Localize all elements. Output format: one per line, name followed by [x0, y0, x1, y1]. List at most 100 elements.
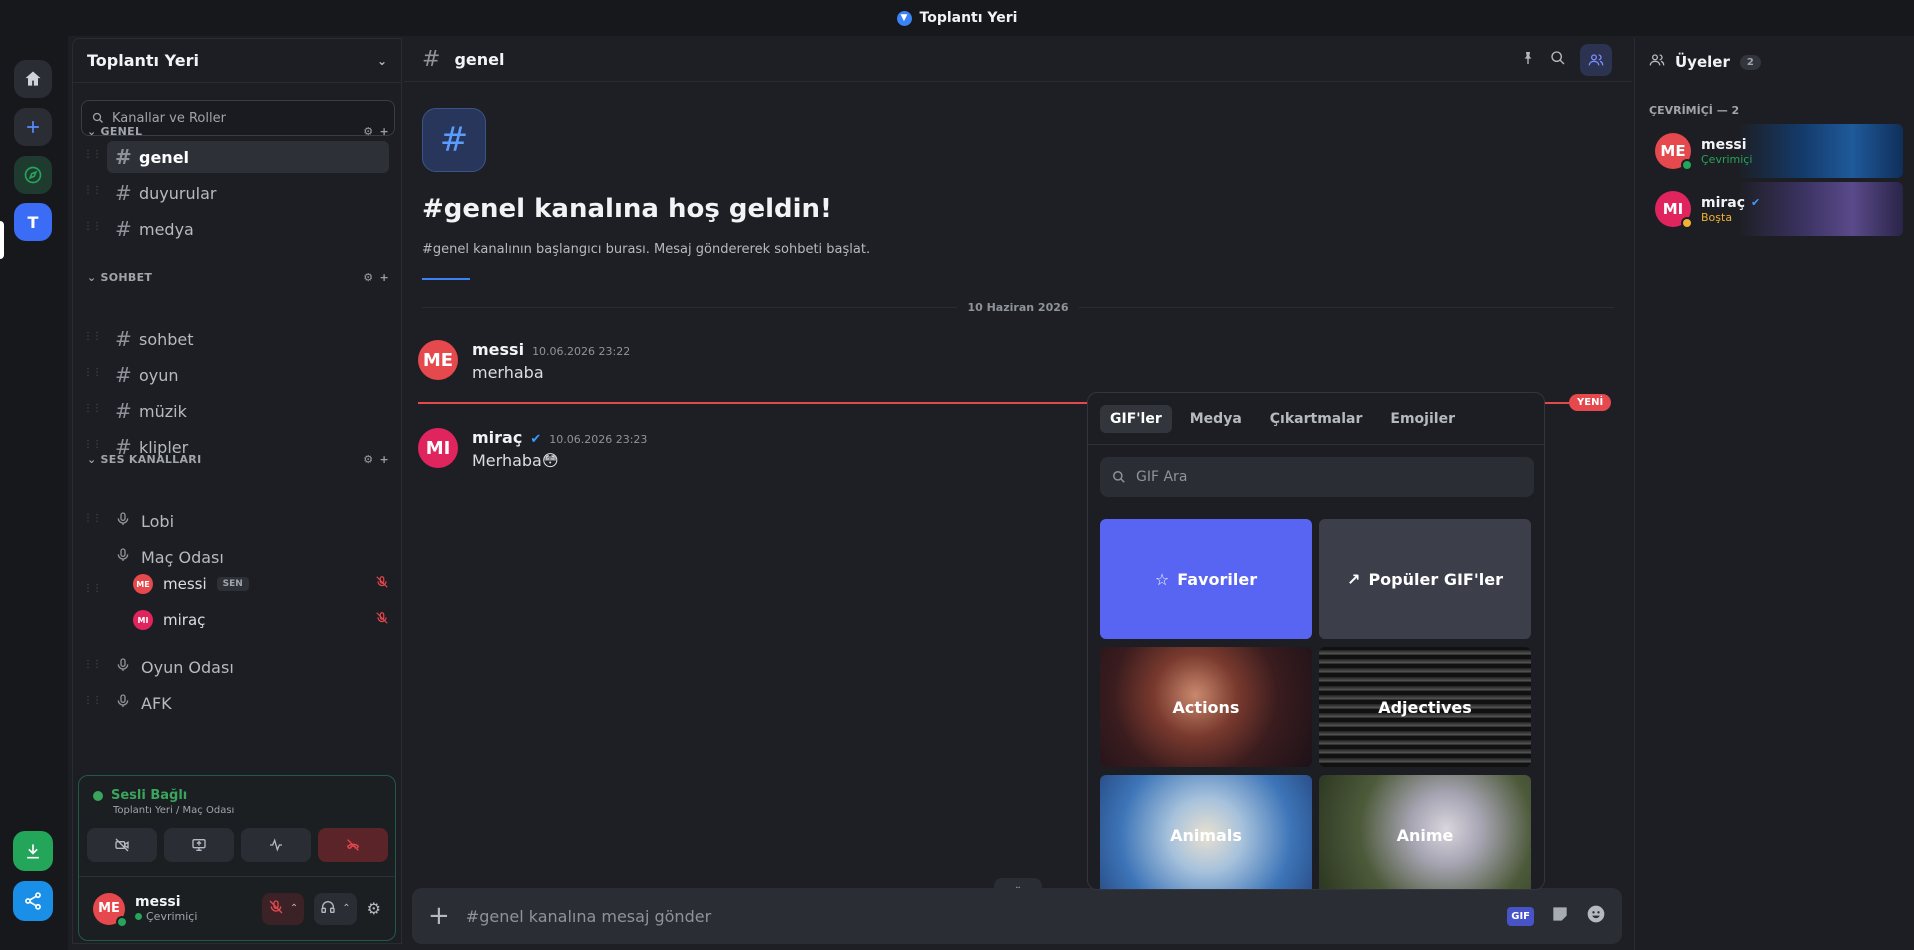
users-icon	[1649, 52, 1665, 72]
voice-channel-oyun-odasi[interactable]: Oyun Odası	[107, 651, 389, 683]
gif-button[interactable]: GIF	[1507, 906, 1534, 926]
category-genel[interactable]: ⌄ GENEL ⚙ +	[87, 125, 389, 138]
disconnect-button[interactable]	[318, 828, 388, 862]
message-item[interactable]: MI miraç ✔ 10.06.2026 23:23 Merhaba😳	[418, 428, 647, 470]
category-label: GENEL	[100, 125, 143, 138]
online-status-icon	[116, 915, 128, 928]
drag-handle-icon[interactable]: ⋮⋮	[83, 439, 102, 450]
drag-handle-icon[interactable]: ⋮⋮	[83, 695, 102, 706]
chevron-up-icon[interactable]: ⌃	[290, 903, 298, 914]
tile-label: Favoriler	[1177, 569, 1258, 589]
drag-handle-icon[interactable]: ⋮⋮	[83, 583, 102, 594]
avatar[interactable]: ME	[418, 340, 458, 380]
chevron-down-icon: ⌄	[87, 125, 97, 138]
download-app-button[interactable]	[13, 831, 53, 871]
drag-handle-icon[interactable]: ⋮⋮	[83, 659, 102, 670]
camera-toggle-button[interactable]	[87, 828, 157, 862]
mic-control[interactable]: ⌃	[261, 892, 305, 925]
gif-category-anime[interactable]: Anime	[1319, 775, 1531, 889]
message-input[interactable]: #genel kanalına mesaj gönder	[466, 907, 1491, 926]
screen-share-button[interactable]	[164, 828, 234, 862]
tab-media[interactable]: Medya	[1180, 405, 1252, 433]
emoji-icon[interactable]	[1586, 904, 1606, 928]
user-panel: ME messi Çevrimiçi ⌃ ⌃ ⚙	[79, 876, 395, 940]
channel-label: genel	[139, 147, 190, 167]
channel-muzik[interactable]: # müzik	[107, 395, 389, 427]
channel-oyun[interactable]: # oyun	[107, 359, 389, 391]
microphone-icon	[115, 693, 131, 713]
share-button[interactable]	[13, 881, 53, 921]
plus-icon[interactable]: +	[379, 453, 389, 466]
tab-gifs[interactable]: GIF'ler	[1100, 404, 1172, 433]
drag-handle-icon[interactable]: ⋮⋮	[83, 149, 102, 160]
message-author[interactable]: messi	[472, 340, 524, 359]
avatar[interactable]: MI	[418, 428, 458, 468]
channel-duyurular[interactable]: # duyurular	[107, 177, 389, 209]
voice-user-name: messi	[163, 575, 207, 593]
server-header[interactable]: Toplantı Yeri ⌄	[73, 39, 401, 83]
channel-label: Oyun Odası	[141, 657, 234, 677]
add-server-button[interactable]	[14, 108, 52, 146]
message-item[interactable]: ME messi 10.06.2026 23:22 merhaba	[418, 340, 630, 382]
gear-icon[interactable]: ⚙	[363, 453, 373, 466]
welcome-subtitle: #genel kanalının başlangıcı burası. Mesa…	[422, 242, 871, 257]
gif-category-actions[interactable]: Actions	[1100, 647, 1312, 767]
tab-stickers[interactable]: Çıkartmalar	[1260, 405, 1373, 433]
drag-handle-icon[interactable]: ⋮⋮	[83, 221, 102, 232]
voice-channel-afk[interactable]: AFK	[107, 687, 389, 719]
hash-icon: #	[115, 327, 132, 351]
voice-channel-lobi[interactable]: Lobi	[107, 505, 389, 537]
headphone-control[interactable]: ⌃	[314, 892, 357, 925]
channel-label: AFK	[141, 693, 172, 713]
member-item-messi[interactable]: ME messi Çevrimiçi	[1649, 124, 1903, 178]
channel-genel[interactable]: # genel	[107, 141, 389, 173]
settings-gear-icon[interactable]: ⚙	[367, 899, 381, 918]
channel-welcome-icon: #	[422, 108, 486, 172]
current-user-status: Çevrimiçi	[135, 910, 252, 923]
channel-medya[interactable]: # medya	[107, 213, 389, 245]
channel-sohbet[interactable]: # sohbet	[107, 323, 389, 355]
home-button[interactable]	[14, 60, 52, 98]
search-icon[interactable]	[1550, 50, 1566, 70]
member-item-mirac[interactable]: MI miraç ✔ Boşta	[1649, 182, 1903, 236]
gif-category-favorites[interactable]: ☆ Favoriler	[1100, 519, 1312, 639]
drag-handle-icon[interactable]: ⋮⋮	[83, 185, 102, 196]
drag-handle-icon[interactable]: ⋮⋮	[83, 403, 102, 414]
gif-category-animals[interactable]: Animals	[1100, 775, 1312, 889]
gif-search-input[interactable]: GIF Ara	[1100, 457, 1534, 497]
gear-icon[interactable]: ⚙	[363, 271, 373, 284]
server-icon-toplanti[interactable]: T	[14, 203, 52, 241]
tab-emojis[interactable]: Emojiler	[1380, 405, 1465, 433]
status-label: Çevrimiçi	[146, 910, 198, 923]
attach-plus-icon[interactable]: +	[428, 901, 450, 931]
category-sohbet[interactable]: ⌄ SOHBET ⚙ +	[87, 271, 389, 284]
plus-icon[interactable]: +	[379, 271, 389, 284]
explore-button[interactable]	[14, 156, 52, 194]
pin-icon[interactable]	[1520, 50, 1536, 70]
voice-user-mirac[interactable]: MI miraç	[133, 605, 389, 635]
drag-handle-icon[interactable]: ⋮⋮	[83, 513, 102, 524]
chevron-down-icon: ⌄	[376, 53, 387, 68]
category-ses-kanallari[interactable]: ⌄ SES KANALLARI ⚙ +	[87, 453, 389, 466]
tile-label: Actions	[1172, 697, 1240, 717]
member-name: miraç ✔	[1701, 195, 1760, 211]
status-dot-icon	[135, 913, 142, 920]
active-server-indicator	[0, 221, 4, 259]
gif-category-trending[interactable]: ↗ Popüler GIF'ler	[1319, 519, 1531, 639]
gif-category-adjectives[interactable]: Adjectives	[1319, 647, 1531, 767]
activity-button[interactable]	[241, 828, 311, 862]
members-toggle-icon[interactable]	[1580, 44, 1612, 76]
drag-handle-icon[interactable]: ⋮⋮	[83, 367, 102, 378]
voice-connection-panel: Sesli Bağlı Toplantı Yeri / Maç Odası ME…	[78, 775, 396, 941]
drag-handle-icon[interactable]: ⋮⋮	[83, 331, 102, 342]
message-author[interactable]: miraç	[472, 428, 522, 447]
sticker-icon[interactable]	[1550, 904, 1570, 928]
chevron-up-icon[interactable]: ⌃	[342, 903, 350, 914]
message-composer[interactable]: + #genel kanalına mesaj gönder GIF	[412, 888, 1622, 944]
connected-dot-icon	[93, 790, 103, 801]
star-icon: ☆	[1154, 569, 1170, 589]
verified-badge-icon: ✔	[530, 432, 542, 447]
gear-icon[interactable]: ⚙	[363, 125, 373, 138]
voice-user-messi[interactable]: ME messi SEN	[133, 569, 389, 599]
plus-icon[interactable]: +	[379, 125, 389, 138]
